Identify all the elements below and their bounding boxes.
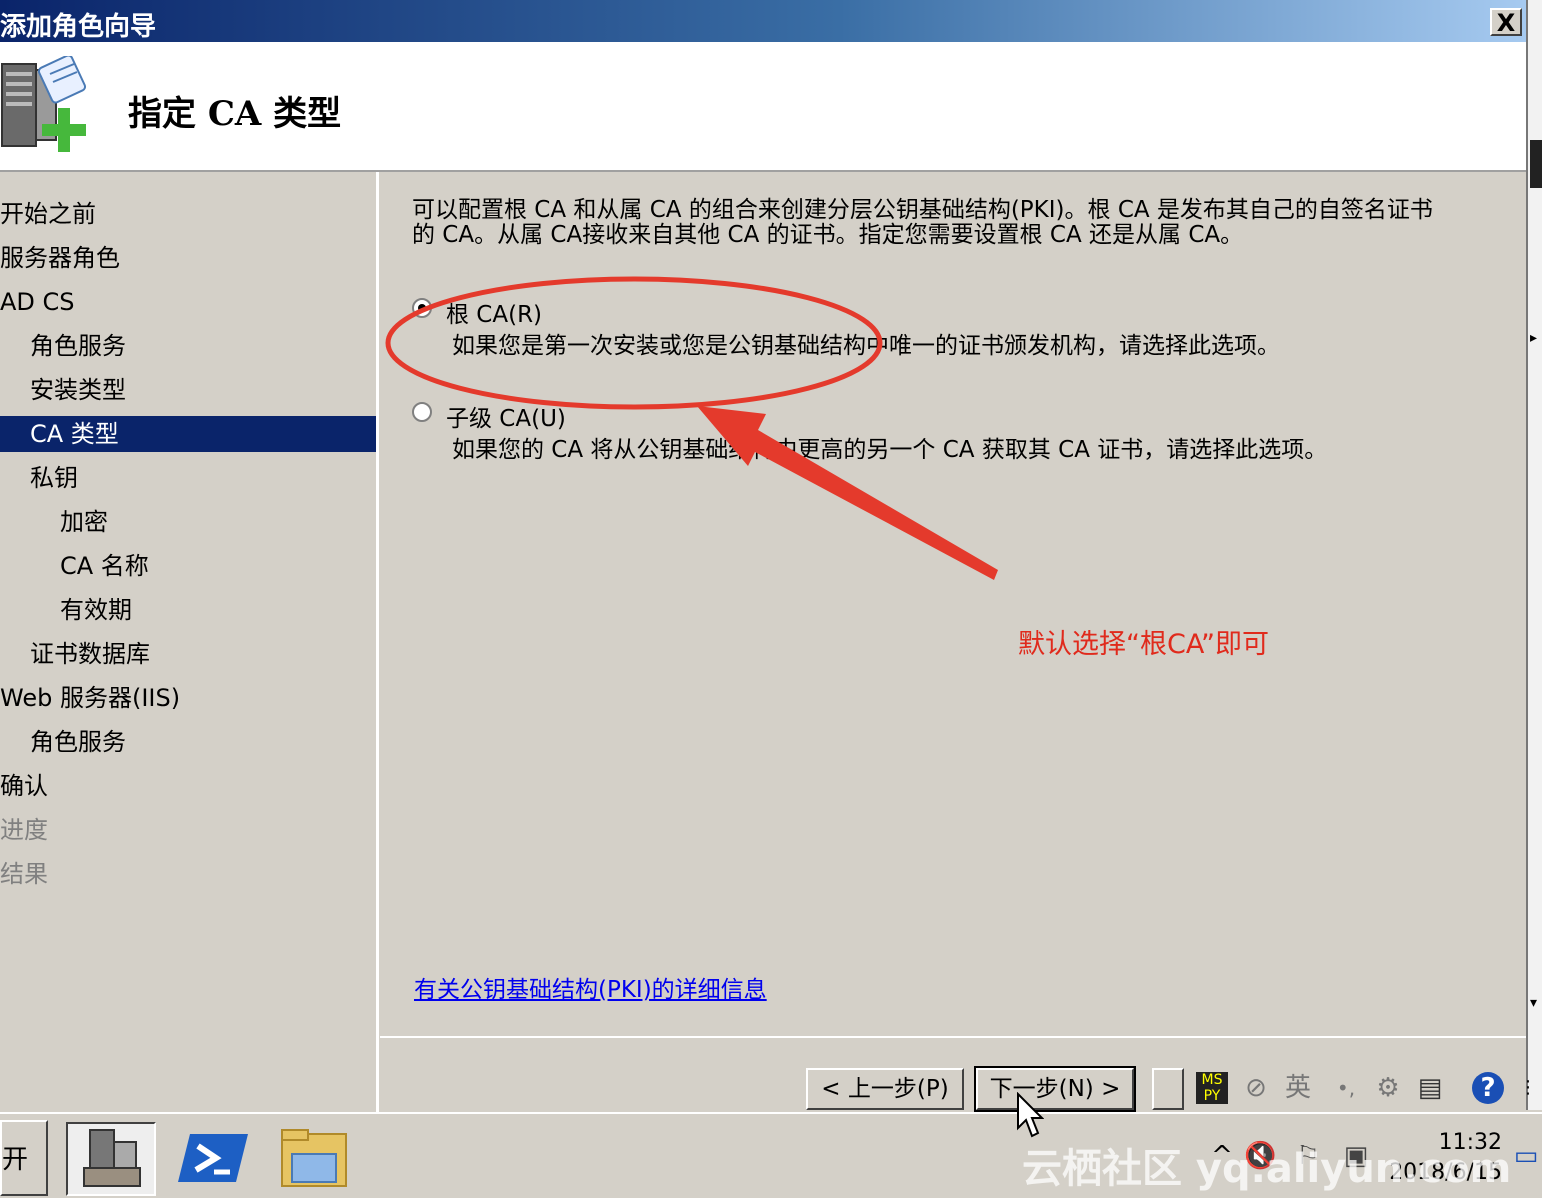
- step-iis-role-services[interactable]: 角色服务: [0, 724, 376, 760]
- step-ca-type[interactable]: CA 类型: [0, 416, 376, 452]
- root-ca-label[interactable]: 根 CA(R): [446, 295, 542, 329]
- step-certificate-database[interactable]: 证书数据库: [0, 636, 376, 672]
- close-button[interactable]: X: [1490, 8, 1522, 36]
- step-label: 私钥: [30, 464, 78, 492]
- ime-language-toggle[interactable]: 英: [1282, 1072, 1314, 1104]
- powershell-icon: [178, 1134, 248, 1182]
- scroll-down-icon[interactable]: ▾: [1530, 995, 1537, 1011]
- page-title: 指定 CA 类型: [128, 94, 342, 134]
- taskbar-powershell[interactable]: [170, 1122, 260, 1196]
- step-label: AD CS: [0, 288, 75, 316]
- step-confirmation[interactable]: 确认: [0, 768, 376, 804]
- step-label: 开始之前: [0, 200, 96, 228]
- taskbar-server-manager[interactable]: [66, 1122, 156, 1196]
- step-private-key[interactable]: 私钥: [0, 460, 376, 496]
- step-label: 角色服务: [30, 332, 126, 360]
- wizard-steps-sidebar: 开始之前 服务器角色 AD CS 角色服务 安装类型 CA 类型 私钥 加密 C…: [0, 172, 379, 1112]
- subordinate-ca-radio[interactable]: [412, 402, 432, 422]
- step-label: Web 服务器(IIS): [0, 684, 181, 712]
- tools-icon[interactable]: ⚙: [1372, 1072, 1404, 1104]
- step-role-services[interactable]: 角色服务: [0, 328, 376, 364]
- mouse-cursor-icon: [1017, 1092, 1044, 1138]
- window-title: 添加角色向导: [0, 12, 157, 42]
- folder-icon: [281, 1129, 347, 1187]
- previous-button[interactable]: < 上一步(P): [806, 1068, 964, 1110]
- radio-selected-dot: [418, 304, 426, 312]
- step-cryptography[interactable]: 加密: [0, 504, 376, 540]
- root-ca-description: 如果您是第一次安装或您是公钥基础结构中唯一的证书颁发机构，请选择此选项。: [452, 333, 1280, 359]
- taskbar-explorer[interactable]: [270, 1122, 360, 1196]
- step-label: 进度: [0, 816, 48, 844]
- pki-more-info-link[interactable]: 有关公钥基础结构(PKI)的详细信息: [414, 970, 767, 1004]
- step-results: 结果: [0, 856, 376, 892]
- step-label: 服务器角色: [0, 244, 120, 272]
- step-label: 结果: [0, 860, 48, 888]
- subordinate-ca-description: 如果您的 CA 将从公钥基础结构中更高的另一个 CA 获取其 CA 证书，请选择…: [452, 437, 1328, 463]
- ca-type-description: 可以配置根 CA 和从属 CA 的组合来创建分层公钥基础结构(PKI)。根 CA…: [412, 198, 1502, 248]
- step-label: 确认: [0, 772, 48, 800]
- step-progress: 进度: [0, 812, 376, 848]
- step-ca-name[interactable]: CA 名称: [0, 548, 376, 584]
- step-server-roles[interactable]: 服务器角色: [0, 240, 376, 276]
- background-window-scrollbar[interactable]: ▸ ▾: [1526, 0, 1542, 1110]
- start-button[interactable]: 开始: [0, 1120, 48, 1196]
- step-label: CA 名称: [60, 552, 149, 580]
- step-label: 有效期: [60, 596, 132, 624]
- ime-options-icon[interactable]: ⋮: [1518, 1072, 1538, 1104]
- ms-pinyin-icon[interactable]: MS PY: [1196, 1072, 1228, 1104]
- step-web-server-iis[interactable]: Web 服务器(IIS): [0, 680, 376, 716]
- show-desktop-icon[interactable]: ▭: [1510, 1140, 1542, 1172]
- soft-keyboard-icon[interactable]: ▤: [1414, 1072, 1446, 1104]
- server-add-role-icon: [1, 56, 87, 152]
- window-titlebar[interactable]: 添加角色向导 X: [0, 0, 1526, 42]
- help-icon[interactable]: ?: [1472, 1072, 1504, 1104]
- wizard-header: 指定 CA 类型: [0, 42, 1526, 172]
- step-label: 加密: [60, 508, 108, 536]
- next-button[interactable]: 下一步(N) >: [974, 1066, 1136, 1112]
- step-label: 角色服务: [30, 728, 126, 756]
- step-validity-period[interactable]: 有效期: [0, 592, 376, 628]
- no-sign-icon[interactable]: ⊘: [1240, 1072, 1272, 1104]
- description-line: 的 CA。从属 CA接收来自其他 CA 的证书。指定您需要设置根 CA 还是从属…: [412, 222, 1244, 248]
- description-line: 可以配置根 CA 和从属 CA 的组合来创建分层公钥基础结构(PKI)。根 CA…: [412, 197, 1433, 223]
- annotation-text: 默认选择“根CA”即可: [1018, 629, 1269, 660]
- scrollbar-thumb[interactable]: [1530, 140, 1542, 188]
- server-manager-icon: [83, 1129, 141, 1187]
- subordinate-ca-label[interactable]: 子级 CA(U): [446, 399, 566, 433]
- step-before-you-begin[interactable]: 开始之前: [0, 196, 376, 232]
- blank-button[interactable]: [1152, 1068, 1184, 1110]
- step-label: 安装类型: [30, 376, 126, 404]
- scroll-marker-icon: ▸: [1530, 330, 1538, 346]
- wizard-content: [380, 172, 1526, 1036]
- root-ca-radio[interactable]: [412, 298, 432, 318]
- step-label: 证书数据库: [30, 640, 150, 668]
- step-ad-cs[interactable]: AD CS: [0, 284, 376, 320]
- watermark: 云栖社区 yq.aliyun.com: [1022, 1146, 1512, 1192]
- step-label: CA 类型: [30, 420, 119, 448]
- punctuation-icon[interactable]: •,: [1330, 1072, 1362, 1104]
- step-setup-type[interactable]: 安装类型: [0, 372, 376, 408]
